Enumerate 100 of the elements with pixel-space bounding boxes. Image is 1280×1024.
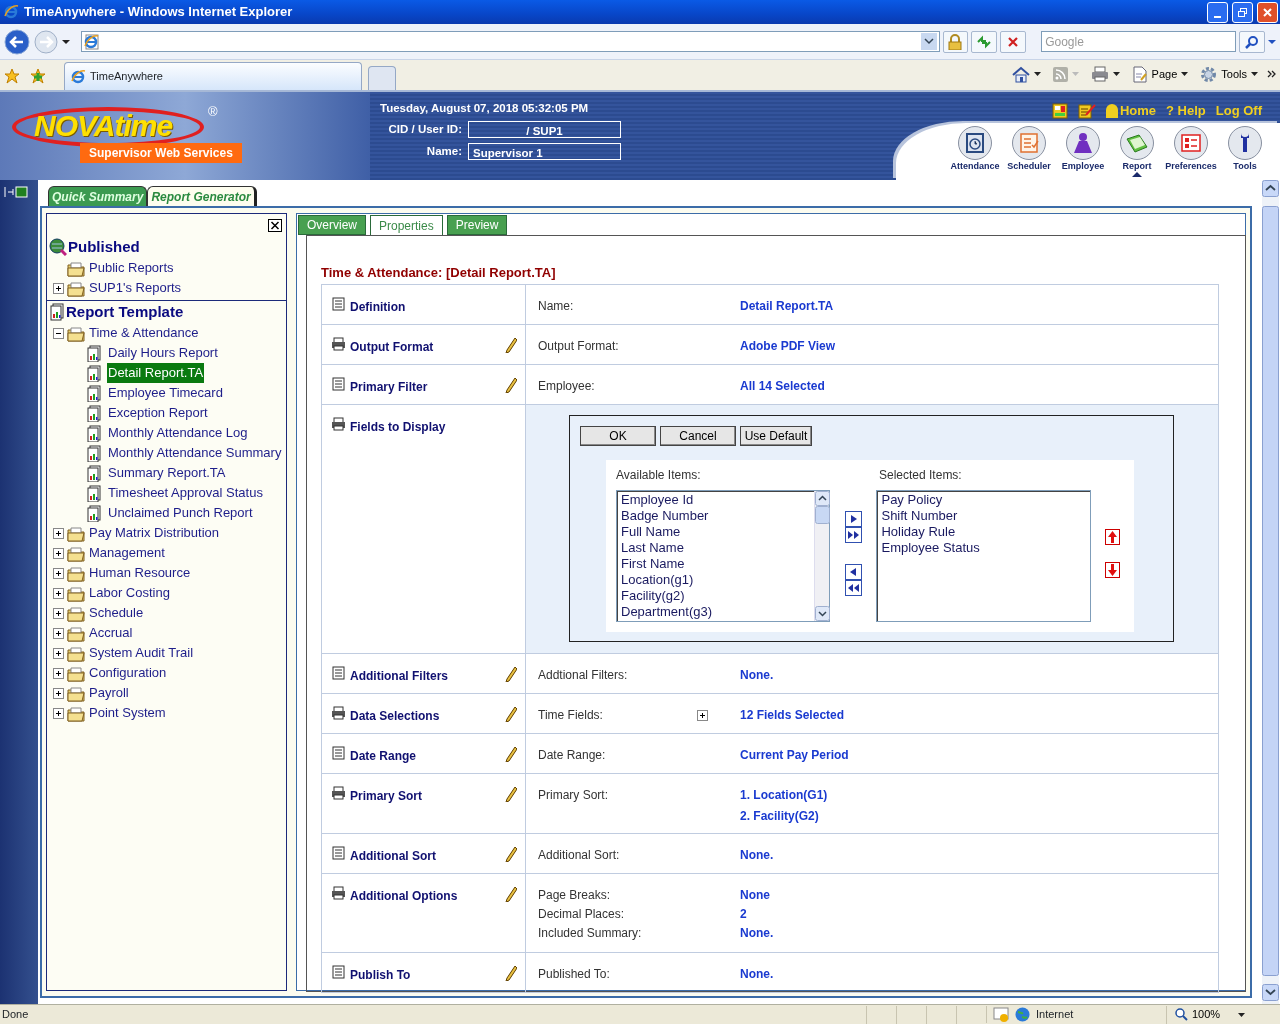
note-pencil-icon[interactable] — [1077, 102, 1096, 119]
plus-box-icon[interactable] — [53, 687, 64, 699]
plus-box-icon[interactable] — [53, 707, 64, 719]
lock-button[interactable] — [942, 30, 969, 53]
refresh-button[interactable] — [971, 30, 998, 53]
search-options-button[interactable] — [1268, 38, 1276, 45]
command-button[interactable]: Tools — [1197, 65, 1261, 83]
tree-item[interactable]: System Audit Trail — [88, 643, 195, 663]
list-item[interactable]: Shift Number — [881, 508, 1086, 524]
pencil-icon[interactable] — [505, 786, 517, 802]
tree-item[interactable]: Time & Attendance — [88, 323, 200, 343]
plus-box-icon[interactable] — [53, 567, 64, 579]
back-button[interactable] — [4, 28, 30, 55]
tree-item[interactable]: Timesheet Approval Status — [107, 483, 264, 503]
tree-item[interactable]: Daily Hours Report — [107, 343, 219, 363]
move-up-button[interactable] — [1104, 529, 1120, 545]
browser-tab[interactable]: TimeAnywhere — [64, 62, 362, 90]
field-value[interactable]: 2 — [740, 905, 747, 923]
field-value[interactable]: 2. Facility(G2) — [740, 807, 828, 825]
pencil-icon[interactable] — [505, 337, 517, 353]
scrollbar[interactable] — [814, 491, 830, 621]
list-item[interactable]: Department(g3) — [621, 604, 811, 620]
list-item[interactable]: Badge Number — [621, 508, 811, 524]
pencil-icon[interactable] — [505, 965, 517, 981]
tree-item[interactable]: Labor Costing — [88, 583, 171, 603]
favorites-button[interactable] — [4, 68, 20, 84]
field-value[interactable]: None. — [740, 666, 774, 684]
move-left-button[interactable] — [844, 564, 862, 580]
list-item[interactable]: Holiday Rule — [881, 524, 1086, 540]
field-value[interactable]: None — [740, 886, 770, 904]
nav-button[interactable]: Attendance — [950, 125, 1000, 180]
plus-box-icon[interactable] — [53, 647, 64, 659]
field-value[interactable]: None. — [740, 924, 774, 942]
pencil-icon[interactable] — [505, 846, 517, 862]
cancel-button[interactable]: Cancel — [660, 426, 736, 446]
tree-item[interactable]: Monthly Attendance Summary — [107, 443, 283, 463]
tree-item[interactable]: Detail Report.TA — [107, 363, 205, 383]
stop-button[interactable] — [1000, 30, 1027, 53]
command-button[interactable]: Page — [1128, 65, 1192, 83]
tree-item[interactable]: Pay Matrix Distribution — [88, 523, 221, 543]
plus-box-icon[interactable] — [53, 607, 64, 619]
tree-item[interactable]: Employee Timecard — [107, 383, 224, 403]
minimize-button[interactable] — [1207, 1, 1228, 23]
list-item[interactable]: Full Name — [621, 524, 811, 540]
address-field[interactable] — [81, 31, 940, 52]
field-value[interactable]: 12 Fields Selected — [740, 706, 845, 724]
field-value[interactable]: 1. Location(G1) — [740, 786, 828, 804]
plus-box-icon[interactable] — [53, 667, 64, 679]
move-down-button[interactable] — [1104, 562, 1120, 578]
list-item[interactable]: Employee Status — [881, 540, 1086, 556]
nav-button[interactable]: Employee — [1058, 125, 1108, 180]
list-item[interactable]: Pay Policy — [881, 492, 1086, 508]
zoom-button[interactable]: 100% — [1166, 1005, 1254, 1024]
nav-button[interactable]: Report — [1112, 125, 1162, 180]
history-dropdown-button[interactable] — [62, 38, 70, 45]
plus-box-icon[interactable] — [53, 627, 64, 639]
list-box[interactable]: Employee Id Badge Number Full Name Last Name First Name Location(g1) Facility(g2) Department(g3) — [616, 490, 831, 622]
plus-box-icon[interactable] — [53, 527, 64, 539]
close-button[interactable] — [268, 217, 282, 233]
field-value[interactable]: None. — [740, 965, 774, 983]
header-link[interactable]: ? Help — [1166, 101, 1206, 121]
move-all-right-button[interactable] — [844, 527, 862, 543]
pencil-icon[interactable] — [505, 886, 517, 902]
tree-item[interactable]: Accrual — [88, 623, 134, 643]
tree-item[interactable]: Unclaimed Punch Report — [107, 503, 254, 523]
pencil-icon[interactable] — [505, 666, 517, 682]
search-field[interactable]: Google — [1041, 31, 1237, 52]
layout-icon[interactable] — [1051, 102, 1068, 119]
tree-item[interactable]: Management — [88, 543, 166, 563]
list-item[interactable]: Last Name — [621, 540, 811, 556]
pencil-icon[interactable] — [505, 706, 517, 722]
tree-item[interactable]: SUP1's Reports — [88, 278, 183, 298]
tree-item[interactable]: Payroll — [88, 683, 130, 703]
pencil-icon[interactable] — [505, 746, 517, 762]
list-item[interactable]: First Name — [621, 556, 811, 572]
list-item[interactable]: Location(g1) — [621, 572, 811, 588]
tree-item[interactable]: Public Reports — [88, 258, 175, 278]
plus-box-icon[interactable] — [696, 709, 708, 721]
more-commands-button[interactable] — [1267, 70, 1276, 78]
list-box[interactable]: Pay Policy Shift Number Holiday Rule Employee Status — [876, 490, 1091, 622]
add-favorite-button[interactable] — [30, 68, 46, 84]
tree-item[interactable]: Summary Report.TA — [107, 463, 227, 483]
field-value[interactable]: Detail Report.TA — [740, 297, 834, 315]
dropdown-icon[interactable] — [920, 33, 937, 50]
panel-toggle-icon[interactable] — [4, 186, 28, 198]
tree-item[interactable]: Monthly Attendance Log — [107, 423, 249, 443]
plus-box-icon[interactable] — [53, 587, 64, 599]
use-default-button[interactable]: Use Default — [740, 426, 812, 446]
tree-item[interactable]: Human Resource — [88, 563, 192, 583]
tree-item[interactable]: Configuration — [88, 663, 168, 683]
minus-box-icon[interactable] — [53, 327, 64, 339]
list-item[interactable]: Employee Id — [621, 492, 811, 508]
ok-button[interactable]: OK — [580, 426, 656, 446]
pencil-icon[interactable] — [505, 377, 517, 393]
nav-button[interactable]: Scheduler — [1004, 125, 1054, 180]
nav-button[interactable]: Preferences — [1166, 125, 1216, 180]
restore-button[interactable] — [1232, 1, 1253, 23]
plus-box-icon[interactable] — [53, 547, 64, 559]
tree-item[interactable]: Schedule — [88, 603, 145, 623]
plus-box-icon[interactable] — [53, 282, 64, 294]
